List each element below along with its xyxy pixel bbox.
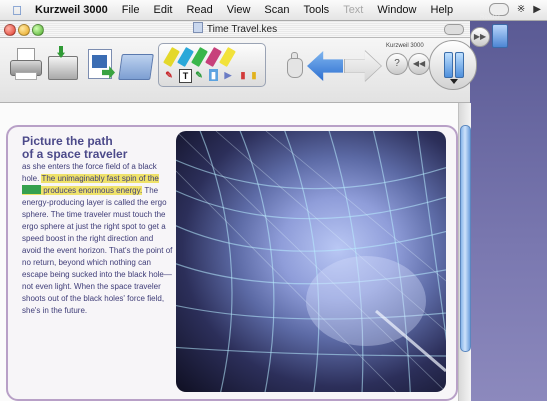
print-button[interactable] [8, 46, 42, 82]
scan-button[interactable] [45, 46, 79, 82]
menu-view[interactable]: View [220, 4, 258, 16]
folder-button[interactable] [118, 46, 154, 82]
article-page: Picture the path of a space traveler as … [6, 125, 458, 401]
menu-bar:  Kurzweil 3000 File Edit Read View Scan… [0, 0, 547, 21]
article-title-line1: Picture the path [22, 134, 113, 148]
article-body[interactable]: as she enters the force field of a black… [22, 161, 174, 317]
black-hole-image [176, 131, 446, 392]
menu-edit[interactable]: Edit [147, 4, 180, 16]
menu-help[interactable]: Help [424, 4, 461, 16]
fast-forward-icon[interactable]: ▶▶ [470, 27, 490, 47]
reader-label: Reader [480, 15, 500, 21]
scrollbar-thumb[interactable] [460, 125, 471, 352]
yellow2-highlighter-icon[interactable] [219, 46, 236, 68]
green-highlighter-icon[interactable] [191, 46, 208, 68]
menu-file[interactable]: File [115, 4, 147, 16]
highlighter-toolbar-group: ✎ T ✎ ▮ ▶ ▮ ▮ [158, 43, 266, 87]
article-text-block: Picture the path of a space traveler as … [22, 135, 174, 317]
menu-text: Text [343, 4, 364, 16]
highlighted-text-1: The unimaginably fast spin of the [41, 174, 159, 183]
bluetooth-icon[interactable]: ※ [517, 4, 525, 15]
play-note-icon[interactable]: ▶ [223, 69, 233, 81]
pink-highlighter-icon[interactable] [205, 46, 222, 68]
yellow-highlighter-icon[interactable] [163, 46, 180, 68]
vertical-scrollbar[interactable] [458, 103, 471, 401]
hand-tool-button[interactable] [282, 52, 306, 78]
red-bar-icon[interactable]: ▮ [239, 69, 247, 81]
document-area[interactable]: Picture the path of a space traveler as … [0, 103, 458, 401]
back-arrow-icon[interactable] [307, 51, 343, 81]
volume-icon[interactable]: ▶ [533, 4, 541, 15]
menu-tools[interactable]: Tools [297, 4, 337, 16]
eraser-icon[interactable]: ▮ [251, 69, 257, 81]
green-highlight-mark [22, 185, 41, 194]
pause-icon [444, 52, 453, 78]
warped-grid-graphic [176, 131, 446, 392]
text-note-button[interactable]: T [179, 69, 192, 83]
article-title-line2: of a space traveler [22, 147, 128, 161]
menu-window[interactable]: Window [370, 4, 423, 16]
green-pen-icon[interactable]: ✎ [195, 69, 203, 81]
highlighted-text-2: produces enormous energy. [43, 186, 143, 195]
help-icon[interactable]: ? [386, 53, 408, 75]
scanner-icon [48, 56, 78, 80]
kurzweil-label: Kurzweil 3000 [386, 43, 424, 49]
menu-scan[interactable]: Scan [257, 4, 296, 16]
speaker-icon[interactable] [492, 24, 508, 48]
red-pen-icon[interactable]: ✎ [164, 69, 174, 81]
menu-read[interactable]: Read [179, 4, 219, 16]
open-file-button[interactable] [84, 46, 118, 82]
toolbar-toggle-button[interactable] [444, 24, 464, 35]
forward-arrow-icon[interactable] [345, 51, 381, 81]
window-title: Time Travel.kes [0, 22, 470, 35]
body-text-post: The energy-producing layer is called the… [22, 186, 173, 315]
menu-app-name[interactable]: Kurzweil 3000 [28, 4, 115, 16]
folder-icon [118, 54, 154, 80]
dropdown-arrow-icon[interactable] [450, 79, 458, 84]
window-titlebar[interactable]: Time Travel.kes [0, 21, 470, 38]
main-toolbar: ✎ T ✎ ▮ ▶ ▮ ▮ Kurzweil 3000 ? ◀◀ [0, 38, 477, 103]
window-title-text: Time Travel.kes [206, 24, 278, 35]
desktop-background [470, 20, 547, 401]
apple-menu-icon[interactable]:  [6, 3, 28, 18]
document-window: Time Travel.kes ✎ T ✎ ▮ ▶ ▮ ▮ Kurzweil 3… [0, 21, 477, 401]
kurzweil-reading-controls: Kurzweil 3000 ? ◀◀ [384, 40, 477, 90]
rewind-icon[interactable]: ◀◀ [408, 53, 430, 75]
blue-highlighter-icon[interactable] [177, 46, 194, 68]
column-note-icon[interactable]: ▮ [209, 69, 218, 81]
reader-controls: Reader ▶▶ [470, 15, 547, 52]
document-icon [192, 22, 203, 33]
